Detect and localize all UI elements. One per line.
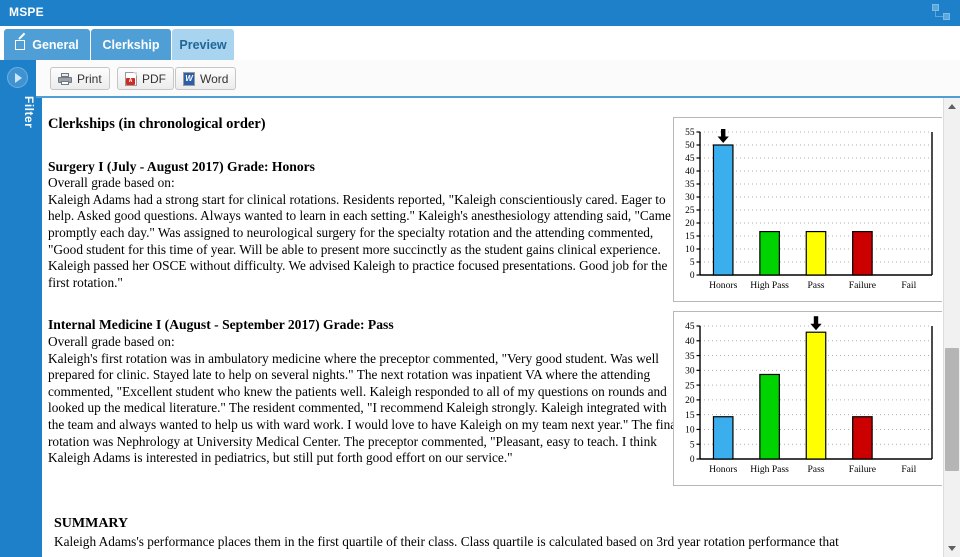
- pdf-export-button-label: PDF: [142, 71, 166, 86]
- svg-text:Honors: Honors: [709, 464, 738, 475]
- summary-title: SUMMARY: [54, 516, 129, 531]
- word-export-button[interactable]: W Word: [175, 67, 237, 90]
- resize-handle-icon[interactable]: [930, 3, 952, 23]
- tab-general-label: General: [32, 37, 79, 52]
- word-export-button-label: Word: [200, 71, 229, 86]
- section-subtitle-internal-medicine: Overall grade based on:: [48, 333, 175, 349]
- svg-text:35: 35: [685, 180, 695, 190]
- svg-text:Fail: Fail: [901, 280, 916, 291]
- svg-text:5: 5: [690, 258, 695, 268]
- chart-svg-surgery: 0 5 10 15 20 25 30 35 40 45 50 55 Honors High Pass Pas…: [685, 128, 933, 291]
- mspe-application-window: MSPE General Clerkship Preview Filter Pr…: [0, 0, 960, 557]
- svg-text:Honors: Honors: [709, 280, 738, 291]
- tab-clerkship[interactable]: Clerkship: [91, 29, 171, 60]
- pdf-export-button[interactable]: A PDF: [117, 67, 174, 90]
- down-arrow-marker: [717, 129, 729, 143]
- tab-clerkship-label: Clerkship: [102, 37, 160, 52]
- chart-svg-internal-medicine: 0 5 10 15 20 25 30 35 40 45 Honors High Pass Pass Fai…: [685, 316, 933, 475]
- print-button[interactable]: Print: [50, 67, 110, 90]
- document-toolbar: Print A PDF W Word: [36, 60, 960, 98]
- svg-text:40: 40: [685, 167, 695, 177]
- tab-general[interactable]: General: [4, 29, 90, 60]
- svg-text:45: 45: [685, 154, 695, 164]
- print-button-label: Print: [77, 71, 102, 86]
- word-file-icon: W: [183, 71, 195, 86]
- svg-text:High Pass: High Pass: [750, 280, 789, 291]
- section-title-internal-medicine: Internal Medicine I (August - September …: [48, 317, 394, 333]
- svg-text:20: 20: [685, 219, 695, 229]
- svg-text:0: 0: [690, 455, 695, 465]
- svg-text:Fail: Fail: [901, 464, 916, 475]
- resize-square-bottom: [943, 13, 950, 20]
- svg-text:25: 25: [685, 206, 695, 216]
- printer-icon: [58, 72, 72, 85]
- summary-section: SUMMARY Kaleigh Adams's performance plac…: [54, 516, 934, 550]
- triangle-down-icon[interactable]: [944, 540, 960, 557]
- svg-text:Pass: Pass: [807, 464, 824, 475]
- svg-text:0: 0: [690, 271, 695, 281]
- svg-text:15: 15: [685, 411, 695, 421]
- summary-body: Kaleigh Adams's performance places them …: [54, 533, 839, 549]
- svg-text:5: 5: [690, 440, 695, 450]
- section-body-surgery: Kaleigh Adams had a strong start for cli…: [48, 191, 671, 290]
- svg-text:20: 20: [685, 396, 695, 406]
- tab-preview-label: Preview: [179, 37, 227, 52]
- document-heading: Clerkships (in chronological order): [48, 116, 266, 132]
- pdf-file-icon: A: [125, 71, 137, 86]
- svg-text:55: 55: [685, 128, 695, 138]
- resize-square-top: [932, 4, 939, 11]
- triangle-up-icon[interactable]: [944, 98, 960, 115]
- resize-line-horizontal: [935, 16, 943, 17]
- tab-strip: General Clerkship Preview: [0, 26, 960, 60]
- edit-pencil-icon: [15, 32, 27, 51]
- svg-text:30: 30: [685, 367, 695, 377]
- section-body-internal-medicine: Kaleigh's first rotation was in ambulato…: [48, 350, 680, 466]
- window-title-bar: MSPE: [0, 0, 960, 26]
- svg-text:Failure: Failure: [849, 280, 876, 291]
- filter-rail-label: Filter: [22, 96, 36, 129]
- svg-text:40: 40: [685, 337, 695, 347]
- section-title-surgery: Surgery I (July - August 2017) Grade: Ho…: [48, 158, 315, 174]
- document-text-column: Clerkships (in chronological order) Surg…: [48, 98, 682, 467]
- document-vertical-scrollbar[interactable]: [943, 98, 960, 557]
- filter-panel-rail[interactable]: Filter: [0, 60, 36, 557]
- grade-distribution-chart-surgery: 0 5 10 15 20 25 30 35 40 45 50 55 Honors High Pass Pas…: [673, 117, 942, 302]
- svg-text:30: 30: [685, 193, 695, 203]
- svg-text:45: 45: [685, 322, 695, 332]
- chevron-right-circle-icon[interactable]: [7, 67, 28, 88]
- document-preview-area: Clerkships (in chronological order) Surg…: [36, 98, 960, 557]
- svg-text:15: 15: [685, 232, 695, 242]
- window-title: MSPE: [9, 5, 44, 19]
- document-page: Clerkships (in chronological order) Surg…: [42, 98, 942, 557]
- svg-text:High Pass: High Pass: [750, 464, 789, 475]
- svg-text:Failure: Failure: [849, 464, 876, 475]
- svg-text:25: 25: [685, 381, 695, 391]
- svg-text:35: 35: [685, 352, 695, 362]
- scrollbar-thumb[interactable]: [945, 348, 959, 471]
- grade-distribution-chart-internal-medicine: 0 5 10 15 20 25 30 35 40 45 Honors High Pass Pass Fai…: [673, 311, 942, 486]
- down-arrow-marker: [810, 316, 822, 331]
- svg-text:50: 50: [685, 141, 695, 151]
- section-subtitle-surgery: Overall grade based on:: [48, 175, 175, 191]
- tab-preview[interactable]: Preview: [172, 29, 234, 60]
- svg-text:10: 10: [685, 245, 695, 255]
- svg-text:Pass: Pass: [807, 280, 824, 291]
- svg-text:10: 10: [685, 426, 695, 436]
- pdf-icon-badge: A: [126, 77, 135, 85]
